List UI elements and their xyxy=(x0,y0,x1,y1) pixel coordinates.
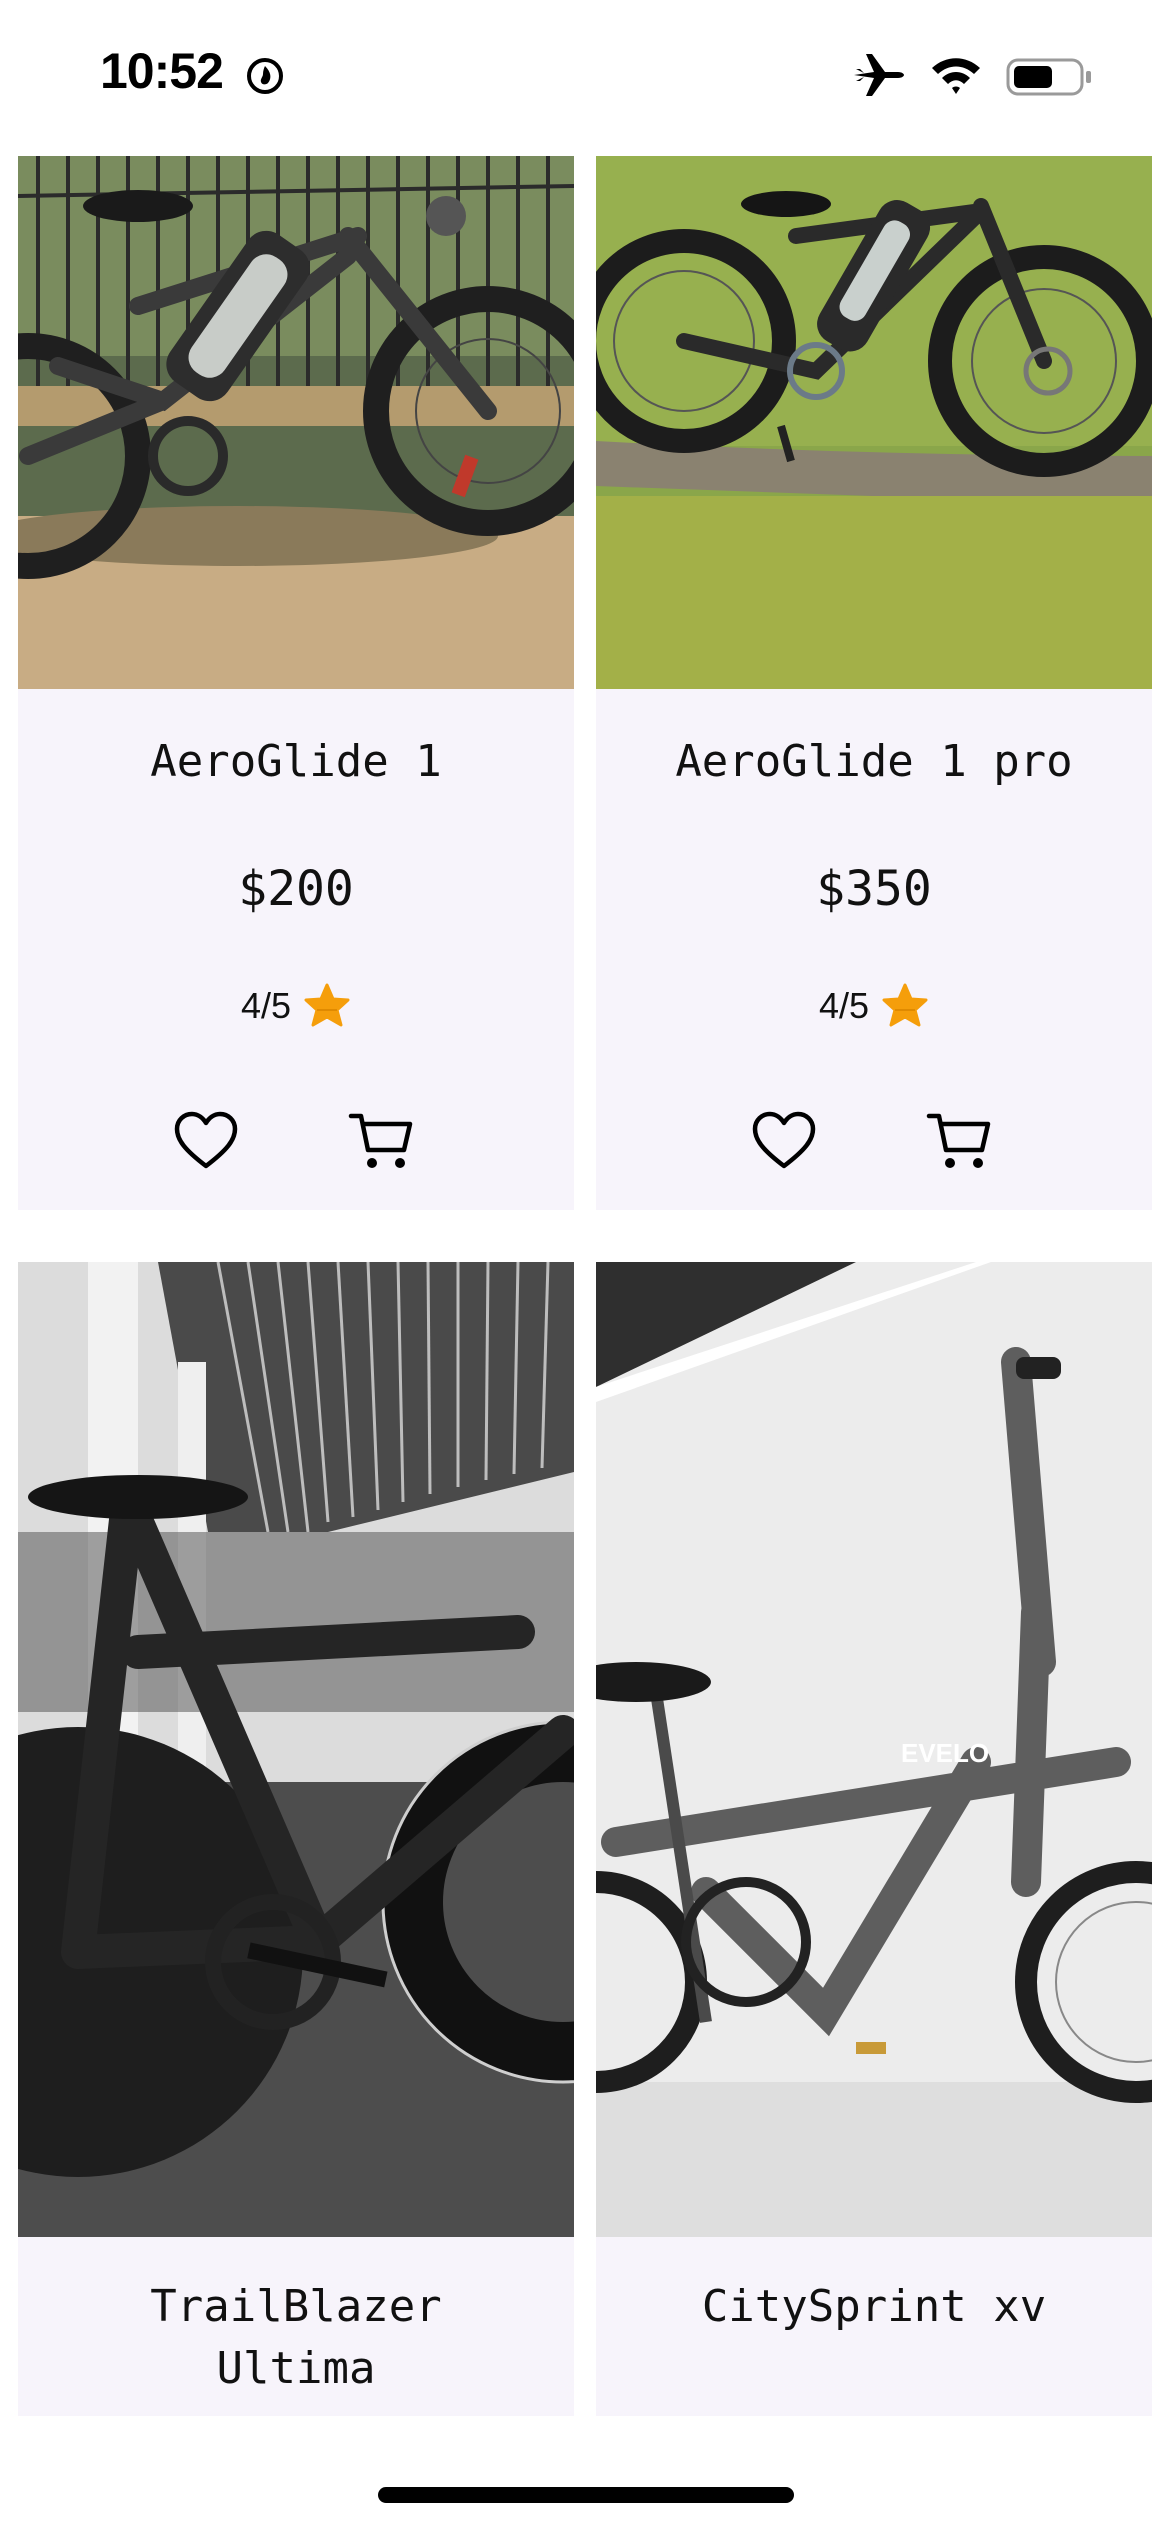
product-rating: 4/5 xyxy=(18,982,574,1030)
status-time: 10:52 xyxy=(100,43,224,99)
product-card[interactable]: EVELO CitySprint xv xyxy=(596,1262,1152,2416)
product-card[interactable]: AeroGlide 1 pro $350 4/5 xyxy=(596,156,1152,1210)
product-name[interactable]: TrailBlazer Ultima xyxy=(18,2276,574,2400)
product-card[interactable]: TrailBlazer Ultima xyxy=(18,1262,574,2416)
rating-text: 4/5 xyxy=(240,985,292,1026)
flame-icon xyxy=(247,58,283,94)
battery-icon xyxy=(1006,58,1091,96)
product-image xyxy=(18,1262,574,2237)
product-image: EVELO xyxy=(596,1262,1152,2237)
cart-icon[interactable] xyxy=(348,1110,414,1172)
status-bar: 10:52 xyxy=(0,0,1170,150)
product-image xyxy=(18,156,574,689)
heart-icon[interactable] xyxy=(751,1110,817,1172)
star-icon xyxy=(304,983,350,1027)
cart-icon[interactable] xyxy=(926,1110,992,1172)
card-actions xyxy=(18,1110,574,1172)
product-price: $200 xyxy=(238,861,354,917)
frame-brand-text: EVELO xyxy=(901,1738,989,1768)
product-name[interactable]: AeroGlide 1 xyxy=(18,731,574,793)
product-price: $350 xyxy=(816,861,932,917)
rating-text: 4/5 xyxy=(818,985,870,1026)
product-card[interactable]: AeroGlide 1 $200 4/5 xyxy=(18,156,574,1210)
product-name[interactable]: AeroGlide 1 pro xyxy=(596,731,1152,793)
home-indicator[interactable] xyxy=(378,2487,794,2503)
product-image xyxy=(596,156,1152,689)
airplane-icon xyxy=(854,54,904,96)
wifi-icon xyxy=(932,58,980,94)
product-rating: 4/5 xyxy=(596,982,1152,1030)
card-actions xyxy=(596,1110,1152,1172)
star-icon xyxy=(882,983,928,1027)
product-name[interactable]: CitySprint xv xyxy=(596,2276,1152,2338)
heart-icon[interactable] xyxy=(173,1110,239,1172)
